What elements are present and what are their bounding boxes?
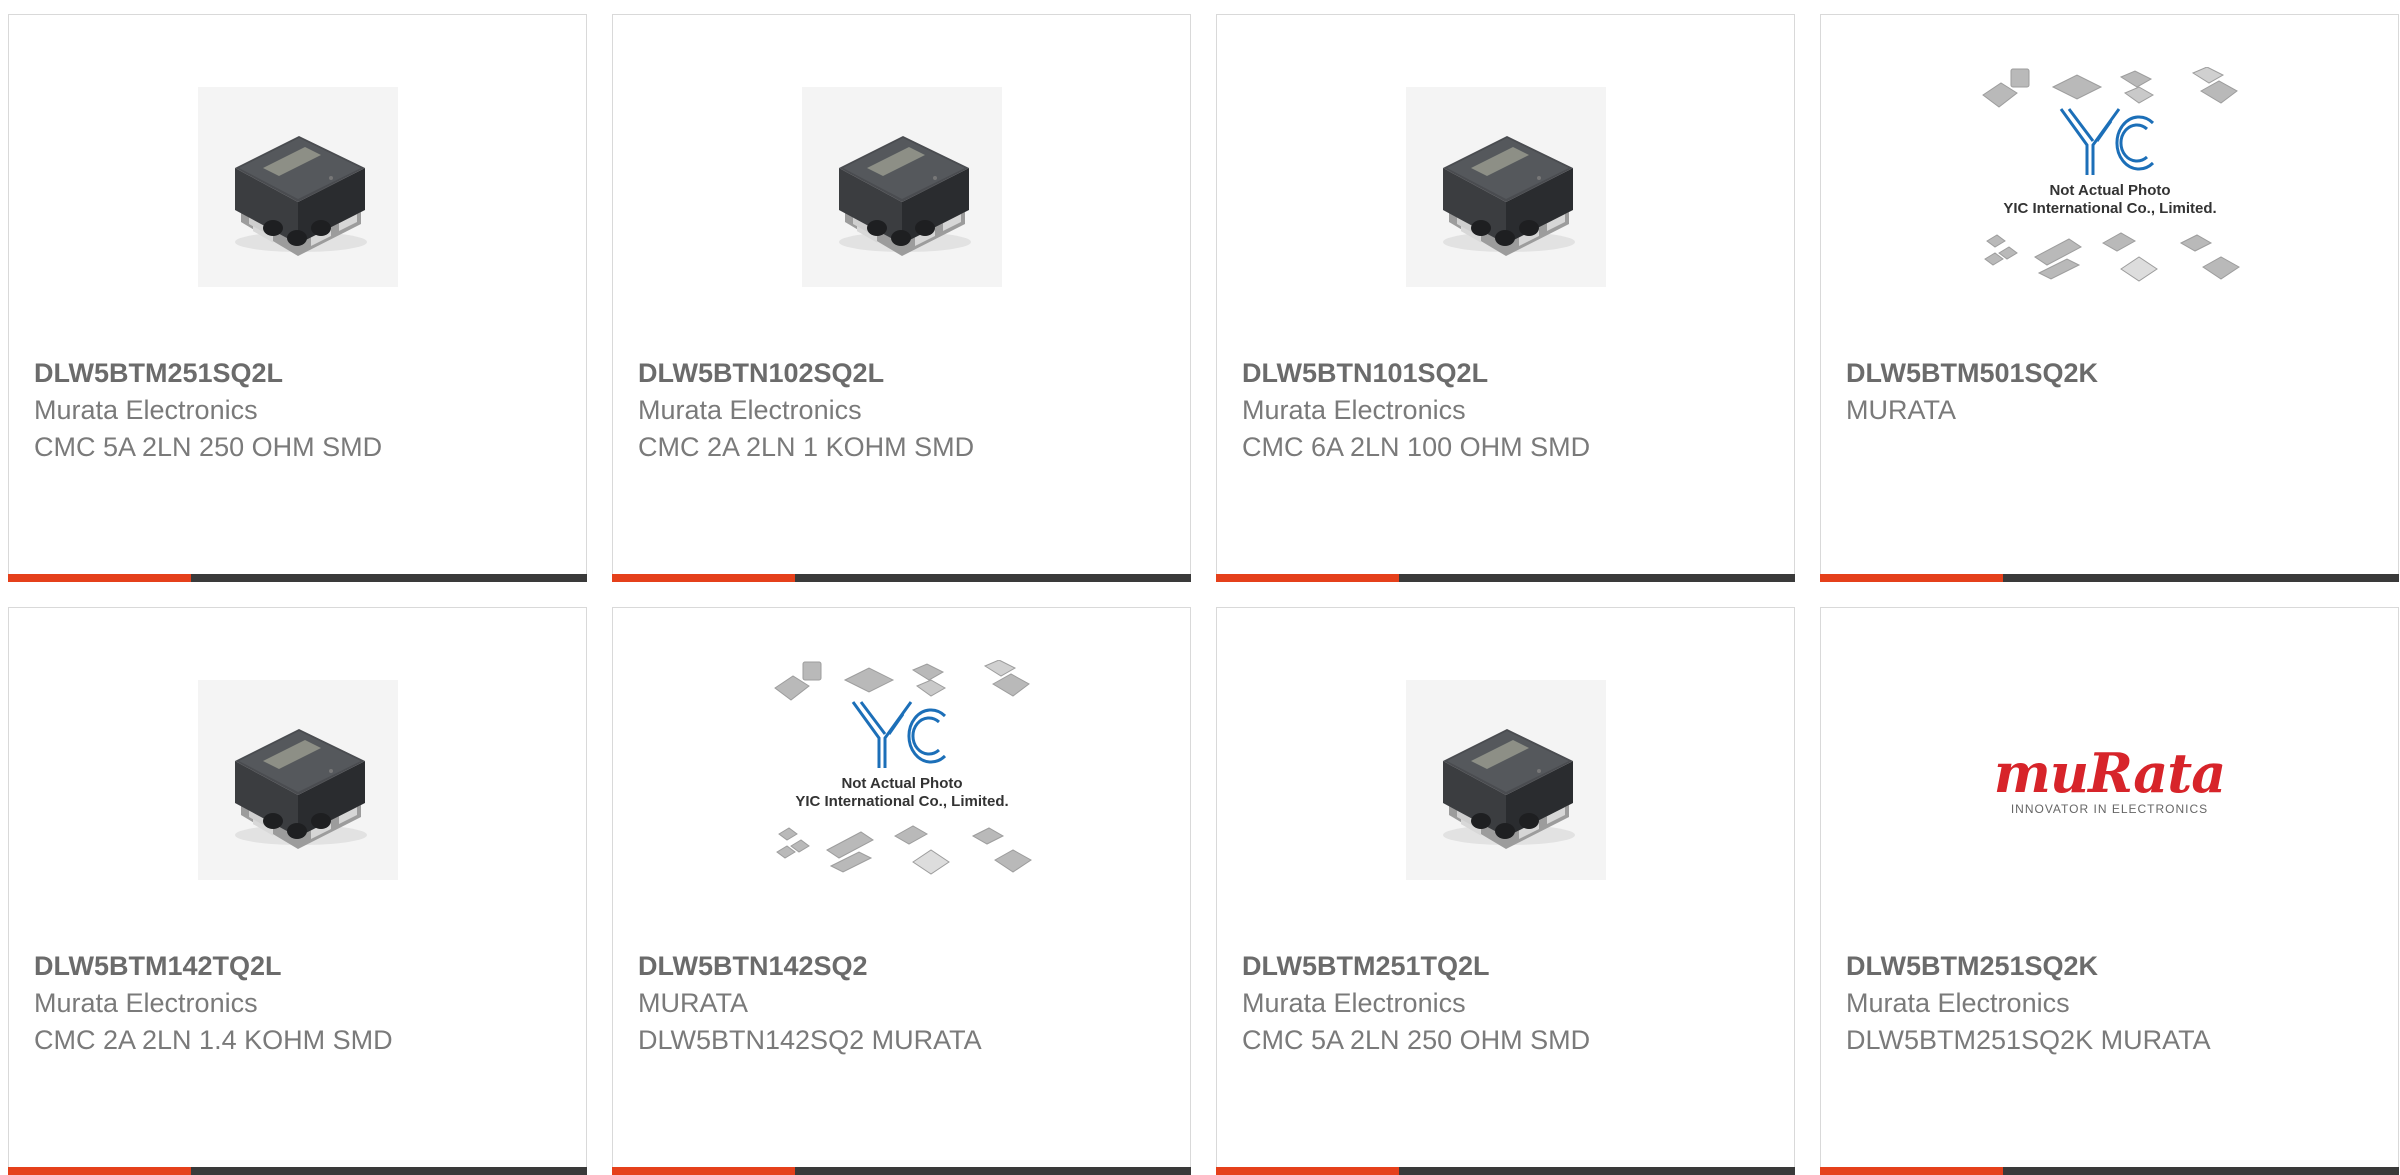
manufacturer-logo: muRata INNOVATOR IN ELECTRONICS [1993,741,2226,816]
part-number[interactable]: DLW5BTN142SQ2 [638,948,1170,985]
product-photo [1405,87,1606,287]
placeholder-line2: YIC International Co., Limited. [795,793,1008,810]
card-bar-accent [1216,1167,1399,1175]
product-info: DLW5BTN142SQ2 MURATA DLW5BTN142SQ2 MURAT… [638,948,1170,1059]
product-description: DLW5BTN142SQ2 MURATA [638,1025,982,1055]
card-bar-rest [795,574,1191,582]
part-number[interactable]: DLW5BTN102SQ2L [638,355,1170,392]
card-bottom-bar [1820,1167,2399,1175]
product-thumbnail[interactable] [9,660,586,900]
card-bar-rest [2003,1167,2399,1175]
manufacturer: Murata Electronics [638,395,862,425]
placeholder-line2: YIC International Co., Limited. [2003,200,2216,217]
product-thumbnail[interactable] [9,67,586,307]
card-bar-rest [191,1167,587,1175]
manufacturer: Murata Electronics [34,988,258,1018]
placeholder-line1: Not Actual Photo [2049,182,2170,199]
card-bottom-bar [612,1167,1191,1175]
common-mode-choke-image [234,729,367,849]
manufacturer: MURATA [1846,395,1956,425]
product-info: DLW5BTM501SQ2K MURATA [1846,355,2378,429]
product-info: DLW5BTM251SQ2L Murata Electronics CMC 5A… [34,355,566,466]
chip-icons-bottom [775,825,1032,875]
product-info: DLW5BTN101SQ2L Murata Electronics CMC 6A… [1242,355,1774,466]
chip-icons-top [1981,66,2238,108]
part-number[interactable]: DLW5BTM251SQ2K [1846,948,2378,985]
product-description: DLW5BTM251SQ2K MURATA [1846,1025,2211,1055]
manufacturer: Murata Electronics [1846,988,2070,1018]
product-card-3[interactable]: DLW5BTN101SQ2L Murata Electronics CMC 6A… [1216,14,1795,582]
product-thumbnail[interactable]: muRata INNOVATOR IN ELECTRONICS [1821,660,2398,900]
card-bottom-bar [1820,574,2399,582]
product-card-7[interactable]: DLW5BTM251TQ2L Murata Electronics CMC 5A… [1216,607,1795,1175]
card-bar-rest [1399,1167,1795,1175]
product-info: DLW5BTM251TQ2L Murata Electronics CMC 5A… [1242,948,1774,1059]
card-bottom-bar [1216,574,1795,582]
card-bottom-bar [612,574,1191,582]
placeholder-line1: Not Actual Photo [841,775,962,792]
manufacturer: Murata Electronics [34,395,258,425]
placeholder-image: Not Actual Photo YIC International Co., … [767,659,1037,900]
card-bar-rest [795,1167,1191,1175]
manufacturer: MURATA [638,988,748,1018]
product-description: CMC 2A 2LN 1.4 KOHM SMD [34,1025,393,1055]
product-description: CMC 5A 2LN 250 OHM SMD [34,432,383,462]
common-mode-choke-image [234,136,367,256]
product-photo [197,680,398,880]
card-bar-rest [2003,574,2399,582]
card-bar-accent [8,1167,191,1175]
chip-icons-bottom [1983,232,2240,282]
card-bottom-bar [8,574,587,582]
part-number[interactable]: DLW5BTM142TQ2L [34,948,566,985]
card-bar-accent [8,574,191,582]
murata-tagline: INNOVATOR IN ELECTRONICS [2010,802,2209,816]
product-photo [197,87,398,287]
murata-wordmark: muRata [1993,741,2226,805]
product-card-2[interactable]: DLW5BTN102SQ2L Murata Electronics CMC 2A… [612,14,1191,582]
product-card-8[interactable]: muRata INNOVATOR IN ELECTRONICS DLW5BTM2… [1820,607,2399,1175]
product-thumbnail[interactable] [613,67,1190,307]
card-bar-accent [612,1167,795,1175]
yic-logo [851,701,946,768]
product-card-1[interactable]: DLW5BTM251SQ2L Murata Electronics CMC 5A… [8,14,587,582]
product-description: CMC 2A 2LN 1 KOHM SMD [638,432,975,462]
product-description: CMC 6A 2LN 100 OHM SMD [1242,432,1591,462]
yic-logo [2059,108,2154,175]
product-info: DLW5BTM251SQ2K Murata Electronics DLW5BT… [1846,948,2378,1059]
manufacturer: Murata Electronics [1242,988,1466,1018]
common-mode-choke-image [1442,729,1575,849]
card-bar-accent [1820,1167,2003,1175]
card-bar-rest [1399,574,1795,582]
common-mode-choke-image [838,136,971,256]
part-number[interactable]: DLW5BTN101SQ2L [1242,355,1774,392]
product-photo [1405,680,1606,880]
card-bottom-bar [1216,1167,1795,1175]
card-bar-accent [1820,574,2003,582]
part-number[interactable]: DLW5BTM501SQ2K [1846,355,2378,392]
card-bar-accent [1216,574,1399,582]
product-card-5[interactable]: DLW5BTM142TQ2L Murata Electronics CMC 2A… [8,607,587,1175]
product-info: DLW5BTN102SQ2L Murata Electronics CMC 2A… [638,355,1170,466]
product-card-4[interactable]: Not Actual Photo YIC International Co., … [1820,14,2399,582]
product-thumbnail[interactable] [1217,67,1794,307]
product-thumbnail[interactable]: Not Actual Photo YIC International Co., … [1821,66,2398,307]
product-card-6[interactable]: Not Actual Photo YIC International Co., … [612,607,1191,1175]
product-description: CMC 5A 2LN 250 OHM SMD [1242,1025,1591,1055]
product-thumbnail[interactable]: Not Actual Photo YIC International Co., … [613,659,1190,900]
product-photo [801,87,1002,287]
part-number[interactable]: DLW5BTM251SQ2L [34,355,566,392]
part-number[interactable]: DLW5BTM251TQ2L [1242,948,1774,985]
chip-icons-top [773,659,1030,701]
product-info: DLW5BTM142TQ2L Murata Electronics CMC 2A… [34,948,566,1059]
product-thumbnail[interactable] [1217,660,1794,900]
product-grid: DLW5BTM251SQ2L Murata Electronics CMC 5A… [8,14,2399,1175]
common-mode-choke-image [1442,136,1575,256]
manufacturer: Murata Electronics [1242,395,1466,425]
card-bar-accent [612,574,795,582]
card-bar-rest [191,574,587,582]
card-bottom-bar [8,1167,587,1175]
placeholder-image: Not Actual Photo YIC International Co., … [1975,66,2245,307]
